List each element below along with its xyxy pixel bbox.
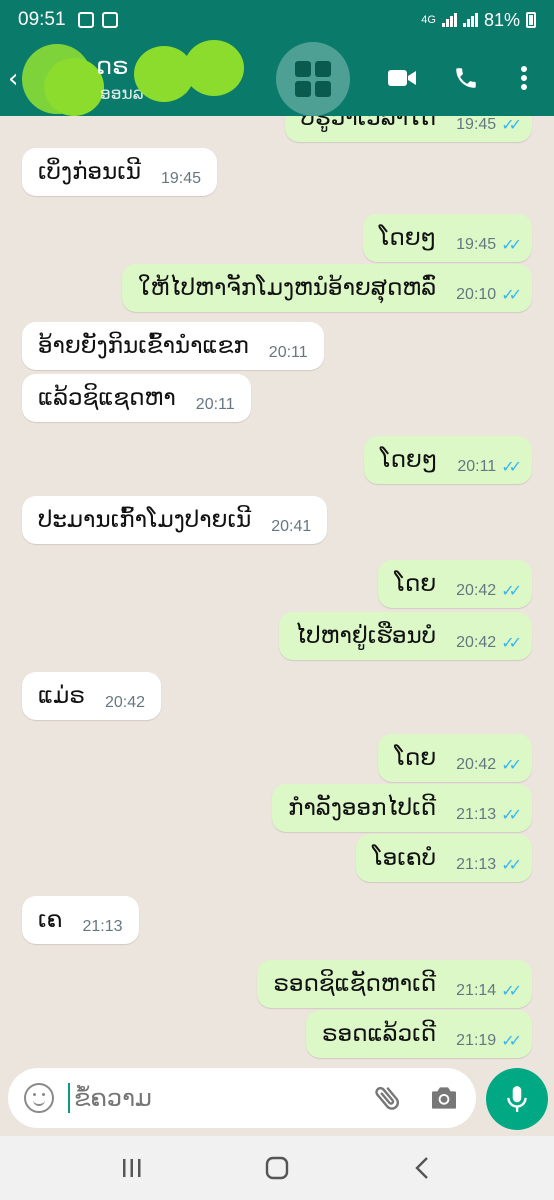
message-bubble-outgoing[interactable]: ໄປຫາຢູ່ເຮືອນບໍ 20:42 ✓✓: [278, 612, 532, 660]
message-bubble-outgoing[interactable]: ໂດຍ 20:42 ✓✓: [378, 734, 532, 782]
video-call-button[interactable]: [386, 62, 418, 94]
more-options-button[interactable]: [508, 62, 540, 94]
message-bubble-outgoing[interactable]: ໃຫ້ໄປຫາຈັກໂມງຫນໍອ້າຍສຸດຫລົ່ 20:10 ✓✓: [122, 264, 532, 312]
message-bubble-outgoing[interactable]: ໂດຍໆ 20:11 ✓✓: [364, 436, 532, 484]
message-bubble-incoming[interactable]: ປະມານເກົ້າໂມງປາຍເນີ 20:41: [22, 496, 328, 544]
read-receipt-icon: ✓✓: [501, 117, 522, 134]
message-bubble-outgoing[interactable]: ໂດຍ 20:42 ✓✓: [378, 560, 532, 608]
message-bubble-outgoing[interactable]: ຣອດແລ້ວເດີ 21:19 ✓✓: [305, 1010, 532, 1058]
app-notification-icon: [101, 12, 118, 28]
message-bubble-incoming[interactable]: ແມ່ຣ 20:42: [22, 672, 162, 720]
attach-paperclip-icon[interactable]: [372, 1082, 404, 1114]
read-receipt-icon: ✓✓: [501, 983, 522, 1000]
camera-icon[interactable]: [428, 1082, 460, 1114]
message-bubble-incoming[interactable]: ອ້າຍຍັງກິນເຂົ້ານຳແຂກ 20:11: [22, 322, 324, 370]
floating-grid-button[interactable]: [276, 42, 350, 116]
avatar-overlay: [44, 58, 104, 116]
home-icon: [265, 1156, 289, 1180]
contact-name[interactable]: ດຣ: [96, 52, 128, 80]
message-bubble-outgoing[interactable]: ຣອດຊິແຊັດຫາເດີ 21:14 ✓✓: [257, 960, 532, 1008]
recent-apps-icon: [123, 1159, 141, 1177]
home-button[interactable]: [257, 1148, 297, 1188]
emoji-icon[interactable]: [24, 1083, 54, 1113]
signal-icon-2: [462, 13, 478, 27]
back-chevron-icon: [414, 1157, 428, 1179]
message-bubble-outgoing[interactable]: ກຳລັງອອກໄປເດີ 21:13 ✓✓: [272, 784, 532, 832]
message-composer: [8, 1068, 476, 1128]
redaction-blob-2: [184, 40, 244, 96]
back-button[interactable]: [402, 1148, 442, 1188]
status-bar: 09:51 4G 81%: [0, 0, 554, 40]
signal-icon: [441, 13, 457, 27]
battery-icon: [526, 12, 536, 28]
read-receipt-icon: ✓✓: [501, 635, 522, 652]
message-bubble-outgoing[interactable]: ໂອເຄບໍ 21:13 ✓✓: [356, 834, 532, 882]
message-list[interactable]: ບໍ່ຮູ້ວ່າເວລາໃດ 19:45 ✓✓ ເບິ່ງກ່ອນເນີ 19:45…: [0, 116, 554, 1064]
message-bubble-outgoing[interactable]: ໂດຍໆ 19:45 ✓✓: [362, 214, 532, 262]
read-receipt-icon: ✓✓: [501, 459, 522, 476]
system-navigation-bar: [0, 1136, 554, 1200]
read-receipt-icon: ✓✓: [501, 857, 522, 874]
video-camera-icon: [388, 70, 416, 86]
microphone-icon: [507, 1086, 527, 1112]
status-time: 09:51: [18, 9, 66, 30]
recent-apps-button[interactable]: [112, 1148, 152, 1188]
message-bubble-incoming[interactable]: ເບິ່ງກ່ອນເນີ 19:45: [22, 148, 218, 196]
message-bubble-outgoing[interactable]: ບໍ່ຮູ້ວ່າເວລາໃດ 19:45 ✓✓: [284, 116, 532, 142]
voice-record-button[interactable]: [486, 1068, 548, 1130]
voice-call-button[interactable]: [450, 62, 482, 94]
text-cursor: [68, 1083, 70, 1113]
message-bubble-incoming[interactable]: ແລ້ວຊິແຊດຫາ 20:11: [22, 374, 251, 422]
read-receipt-icon: ✓✓: [501, 287, 522, 304]
more-vertical-icon: [521, 66, 527, 90]
read-receipt-icon: ✓✓: [501, 237, 522, 254]
back-arrow-icon[interactable]: ‹: [8, 64, 18, 94]
read-receipt-icon: ✓✓: [501, 807, 522, 824]
read-receipt-icon: ✓✓: [501, 1033, 522, 1050]
battery-percent: 81%: [483, 9, 520, 30]
network-type: 4G: [421, 14, 436, 26]
chat-header: ‹ ດຣ ອອນລາຍ: [0, 40, 554, 116]
message-bubble-incoming[interactable]: ເຄ 21:13: [22, 896, 139, 944]
phone-icon: [456, 68, 476, 88]
read-receipt-icon: ✓✓: [501, 757, 522, 774]
gallery-notification-icon: [77, 12, 94, 28]
message-input[interactable]: [74, 1084, 344, 1112]
grid-icon: [295, 61, 331, 97]
read-receipt-icon: ✓✓: [501, 583, 522, 600]
